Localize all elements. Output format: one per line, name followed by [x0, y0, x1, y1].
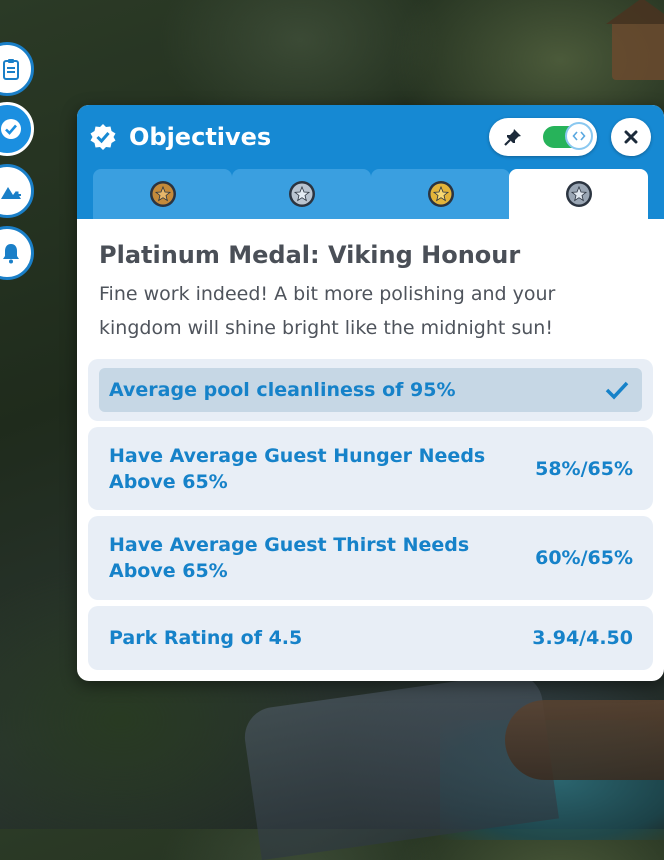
- medal-tabs: [93, 169, 648, 219]
- objective-progress: 58%/65%: [535, 457, 633, 480]
- viking-boat: [505, 700, 664, 780]
- code-arrows-icon: [572, 131, 586, 141]
- bronze-medal-icon: [149, 181, 176, 207]
- medal-title: Platinum Medal: Viking Honour: [99, 241, 521, 269]
- silver-medal-icon: [288, 181, 315, 207]
- objective-item: Have Average Guest Hunger Needs Above 65…: [88, 427, 653, 510]
- pin-icon: [504, 129, 521, 146]
- close-button[interactable]: [611, 118, 651, 156]
- objective-label: Average pool cleanliness of 95%: [109, 379, 456, 401]
- tab-gold-medal[interactable]: [371, 169, 510, 219]
- side-button-objectives[interactable]: [0, 102, 34, 156]
- tab-platinum-medal[interactable]: [509, 169, 648, 219]
- side-button-clipboard[interactable]: [0, 42, 34, 96]
- add-terrain-icon: [1, 187, 21, 199]
- objective-label: Have Average Guest Thirst Needs Above 65…: [109, 534, 470, 582]
- objective-progress: 3.94/4.50: [532, 627, 633, 649]
- panel-title: Objectives: [129, 123, 272, 151]
- dock-structure: [241, 669, 559, 860]
- bell-icon: [3, 244, 19, 264]
- panel-header: Objectives: [77, 105, 664, 219]
- tab-silver-medal[interactable]: [232, 169, 371, 219]
- close-icon: [624, 130, 638, 144]
- objectives-list: Average pool cleanliness of 95% Have Ave…: [88, 359, 653, 676]
- panel-body: Platinum Medal: Viking Honour Fine work …: [77, 219, 664, 681]
- objective-progress: 60%/65%: [535, 547, 633, 569]
- clipboard-icon: [3, 59, 19, 80]
- objectives-badge-icon: [90, 124, 116, 150]
- side-button-notifications[interactable]: [0, 226, 34, 280]
- objective-label: Park Rating of 4.5: [109, 627, 303, 649]
- side-button-terrain[interactable]: [0, 164, 34, 218]
- water-area: [440, 720, 664, 840]
- objectives-badge-icon: [1, 119, 21, 139]
- gold-medal-icon: [427, 181, 454, 207]
- objective-item: Have Average Guest Thirst Needs Above 65…: [88, 516, 653, 600]
- medal-description: Fine work indeed! A bit more polishing a…: [99, 283, 556, 339]
- objective-label: Have Average Guest Hunger Needs Above 65…: [109, 444, 486, 493]
- objective-item-completed: Average pool cleanliness of 95%: [88, 359, 653, 421]
- platinum-medal-icon: [565, 181, 592, 207]
- viking-house: [606, 0, 664, 80]
- pin-toggle[interactable]: [489, 118, 597, 156]
- toggle-knob: [565, 122, 593, 150]
- tab-bronze-medal[interactable]: [93, 169, 232, 219]
- objectives-panel: Objectives Platinum Medal: Viking Honour…: [77, 105, 664, 681]
- objective-item: Park Rating of 4.5 3.94/4.50: [88, 606, 653, 670]
- checkmark-icon: [605, 381, 629, 400]
